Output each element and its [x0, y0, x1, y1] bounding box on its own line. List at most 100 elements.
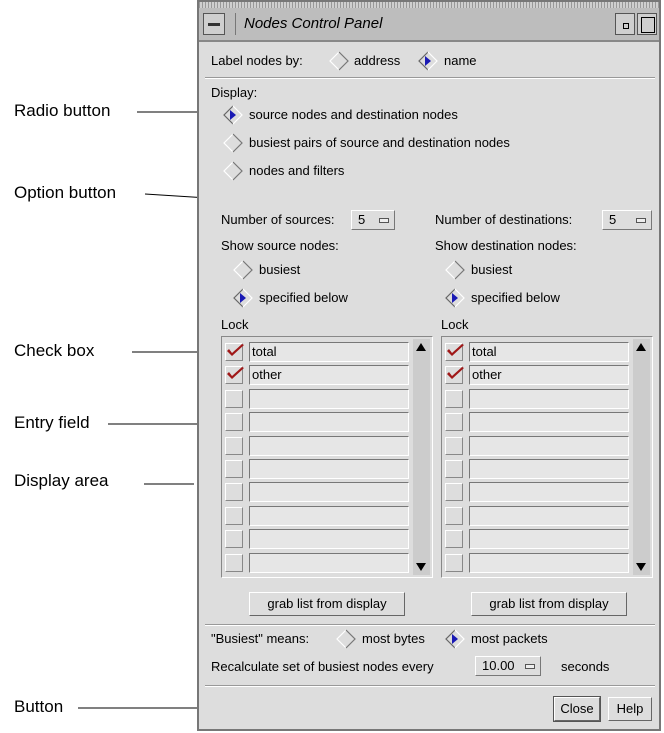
radio-diamond-icon	[223, 161, 243, 181]
node-entry-field[interactable]: total	[249, 342, 409, 362]
lock-checkbox[interactable]	[225, 413, 243, 432]
lock-checkbox[interactable]	[445, 366, 464, 385]
node-entry-field[interactable]	[469, 388, 629, 409]
recalculate-interval-value: 10.00	[482, 658, 515, 673]
radio-display-nodes-filters[interactable]	[223, 161, 243, 181]
radio-most-bytes[interactable]	[336, 629, 356, 649]
lock-checkbox[interactable]	[225, 389, 243, 408]
destination-grab-list-button[interactable]: grab list from display	[471, 592, 627, 616]
radio-display-busiest-pairs[interactable]	[223, 133, 243, 153]
title-bar[interactable]: Nodes Control Panel	[199, 2, 659, 42]
radio-source-busiest-text: busiest	[259, 262, 301, 277]
scroll-down-arrow-icon[interactable]	[636, 563, 646, 571]
separator	[205, 77, 655, 79]
node-entry-field[interactable]	[469, 459, 629, 479]
radio-source-busiest[interactable]	[233, 260, 253, 280]
list-item	[445, 435, 631, 457]
node-entry-field[interactable]: other	[469, 365, 629, 386]
list-item	[225, 458, 411, 480]
lock-checkbox[interactable]	[445, 460, 463, 478]
separator	[205, 624, 655, 626]
node-entry-field[interactable]	[469, 505, 629, 526]
source-display-area: total other	[221, 336, 433, 578]
radio-diamond-icon	[233, 288, 253, 308]
radio-destination-specified[interactable]	[445, 288, 465, 308]
destination-show-label: Show destination nodes:	[435, 238, 577, 253]
list-item	[445, 505, 631, 527]
node-entry-field[interactable]	[469, 412, 629, 433]
list-item: other	[445, 364, 631, 386]
source-count-option-button[interactable]: 5	[351, 210, 395, 230]
radio-display-source-dest-text: source nodes and destination nodes	[249, 107, 458, 122]
lock-checkbox[interactable]	[445, 389, 463, 408]
radio-most-packets[interactable]	[445, 629, 465, 649]
node-entry-field[interactable]	[249, 435, 409, 456]
node-entry-field[interactable]	[249, 552, 409, 573]
lock-checkbox[interactable]	[225, 366, 244, 385]
node-entry-field[interactable]	[469, 552, 629, 573]
node-entry-field[interactable]: total	[469, 342, 629, 362]
list-item	[445, 552, 631, 574]
maximize-button[interactable]	[637, 13, 657, 35]
node-entry-field[interactable]	[249, 529, 409, 550]
lock-checkbox[interactable]	[225, 343, 244, 361]
destination-scrollbar[interactable]	[633, 339, 650, 575]
lock-checkbox[interactable]	[225, 506, 243, 525]
recalculate-unit: seconds	[561, 659, 610, 674]
checkmark-icon	[447, 367, 464, 380]
source-scrollbar[interactable]	[413, 339, 430, 575]
source-grab-list-button[interactable]: grab list from display	[249, 592, 405, 616]
lock-checkbox[interactable]	[225, 530, 243, 549]
lock-checkbox[interactable]	[445, 530, 463, 549]
node-entry-field[interactable]	[249, 459, 409, 479]
radio-display-source-dest[interactable]	[223, 105, 243, 125]
list-item: total	[225, 341, 411, 363]
lock-checkbox[interactable]	[445, 343, 464, 361]
lock-checkbox[interactable]	[445, 553, 463, 572]
list-item: other	[225, 364, 411, 386]
checkmark-icon	[227, 344, 244, 356]
node-entry-field[interactable]	[469, 482, 629, 503]
destination-display-area: total other	[441, 336, 653, 578]
radio-most-packets-text: most packets	[471, 631, 548, 646]
node-entry-field[interactable]	[249, 482, 409, 503]
node-entry-field[interactable]	[249, 412, 409, 433]
scroll-up-arrow-icon[interactable]	[636, 343, 646, 351]
lock-checkbox[interactable]	[445, 436, 463, 455]
radio-destination-busiest[interactable]	[445, 260, 465, 280]
option-menu-indicator-icon	[525, 664, 535, 669]
node-entry-field[interactable]	[249, 505, 409, 526]
lock-checkbox[interactable]	[225, 436, 243, 455]
node-entry-field[interactable]	[469, 529, 629, 550]
radio-label-address[interactable]	[329, 51, 349, 71]
lock-checkbox[interactable]	[445, 506, 463, 525]
lock-checkbox[interactable]	[445, 483, 463, 502]
help-button[interactable]: Help	[608, 697, 652, 721]
window-menu-button[interactable]	[203, 13, 225, 35]
recalculate-interval-option-button[interactable]: 10.00	[475, 656, 541, 676]
lock-checkbox[interactable]	[225, 553, 243, 572]
minimize-button[interactable]	[615, 13, 635, 35]
lock-checkbox[interactable]	[225, 460, 243, 478]
display-label: Display:	[211, 85, 258, 100]
node-entry-field[interactable]: other	[249, 365, 409, 386]
radio-diamond-icon	[418, 51, 438, 71]
scroll-down-arrow-icon[interactable]	[416, 563, 426, 571]
list-item	[445, 458, 631, 480]
node-entry-field[interactable]	[249, 388, 409, 409]
close-button[interactable]: Close	[553, 696, 601, 722]
list-item	[445, 411, 631, 433]
radio-label-name[interactable]	[418, 51, 438, 71]
lock-checkbox[interactable]	[225, 483, 243, 502]
scroll-up-arrow-icon[interactable]	[416, 343, 426, 351]
option-menu-indicator-icon	[636, 218, 646, 223]
option-menu-indicator-icon	[379, 218, 389, 223]
radio-destination-specified-text: specified below	[471, 290, 560, 305]
radio-diamond-icon	[445, 260, 465, 280]
lock-checkbox[interactable]	[445, 413, 463, 432]
node-entry-field[interactable]	[469, 435, 629, 456]
destination-count-option-button[interactable]: 5	[602, 210, 652, 230]
destination-count-label: Number of destinations:	[435, 212, 573, 227]
radio-source-specified[interactable]	[233, 288, 253, 308]
list-item	[445, 481, 631, 503]
